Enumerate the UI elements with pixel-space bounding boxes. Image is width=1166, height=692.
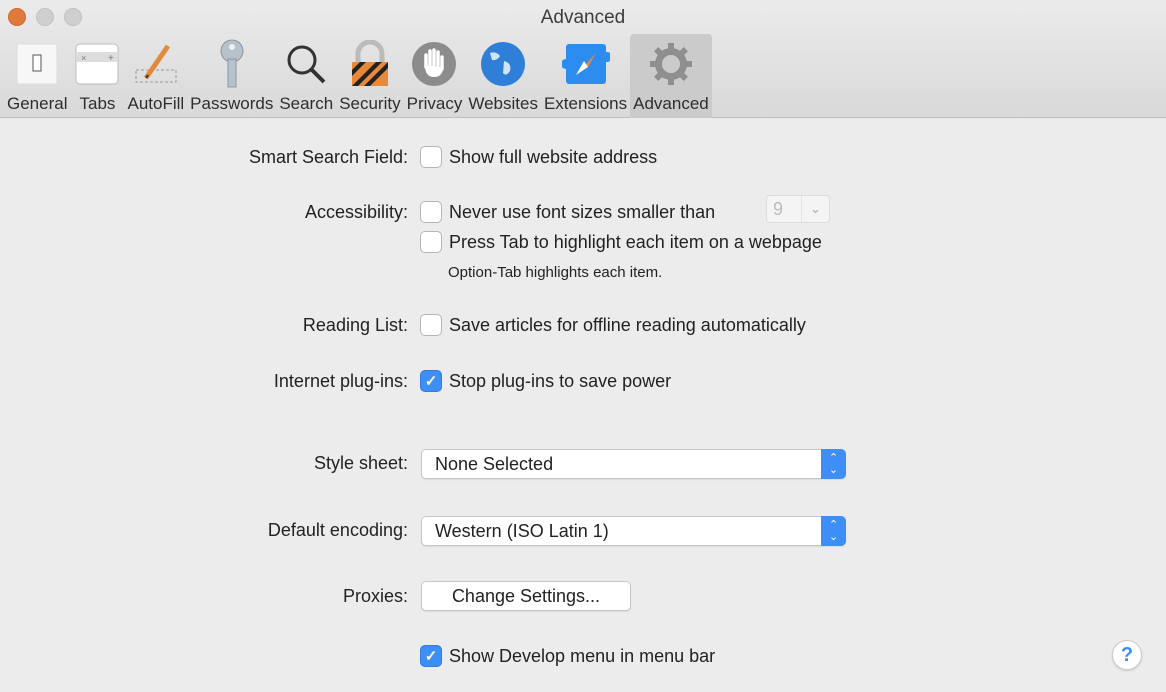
checkmark-icon[interactable]: ✓ xyxy=(420,645,442,667)
chevron-down-icon: ⌄ xyxy=(801,196,829,222)
title-bar: Advanced General × + Tabs AutoFill Passwo… xyxy=(0,0,1166,118)
reading-list-label: Reading List: xyxy=(302,315,408,335)
lock-icon xyxy=(346,38,394,90)
style-sheet-label: Style sheet: xyxy=(313,453,408,473)
checkbox-box[interactable] xyxy=(420,314,442,336)
updown-chevron-icon: ⌃ ⌄ xyxy=(821,516,846,546)
updown-chevron-icon: ⌃ ⌄ xyxy=(821,449,846,479)
checkbox-box[interactable] xyxy=(420,231,442,253)
accessibility-label: Accessibility: xyxy=(304,202,408,222)
help-button[interactable]: ? xyxy=(1112,640,1142,670)
tab-extensions[interactable]: Extensions xyxy=(541,34,630,118)
tab-passwords[interactable]: Passwords xyxy=(187,34,276,118)
general-switch-icon xyxy=(13,38,61,90)
pencil-icon xyxy=(132,38,180,90)
preferences-toolbar: General × + Tabs AutoFill Passwords Searc… xyxy=(4,34,712,118)
tab-search[interactable]: Search xyxy=(276,34,336,118)
gear-icon xyxy=(647,38,695,90)
globe-icon xyxy=(479,38,527,90)
change-settings-button[interactable]: Change Settings... xyxy=(421,581,631,611)
stop-plugins-checkbox[interactable]: ✓ Stop plug-ins to save power xyxy=(420,370,671,392)
magnifier-icon xyxy=(282,38,330,90)
hand-icon xyxy=(410,38,458,90)
checkbox-box[interactable] xyxy=(420,146,442,168)
encoding-popup[interactable]: Western (ISO Latin 1) ⌃ ⌄ xyxy=(421,516,846,546)
tab-highlight-checkbox[interactable]: Press Tab to highlight each item on a we… xyxy=(420,231,822,253)
puzzle-compass-icon xyxy=(561,38,610,90)
tab-autofill[interactable]: AutoFill xyxy=(124,34,187,118)
tabs-icon: × + xyxy=(73,38,121,90)
min-font-size-select[interactable]: 9 ⌄ xyxy=(766,195,830,223)
tab-tabs[interactable]: × + Tabs xyxy=(70,34,124,118)
min-font-size-checkbox[interactable]: Never use font sizes smaller than xyxy=(420,201,715,223)
tab-privacy[interactable]: Privacy xyxy=(404,34,466,118)
window-title: Advanced xyxy=(540,7,626,28)
develop-menu-checkbox[interactable]: ✓ Show Develop menu in menu bar xyxy=(420,645,715,667)
tab-advanced[interactable]: Advanced xyxy=(630,34,712,118)
tab-websites[interactable]: Websites xyxy=(465,34,541,118)
svg-text:×: × xyxy=(81,53,86,63)
option-tab-hint: Option-Tab highlights each item. xyxy=(448,264,663,281)
key-icon xyxy=(208,38,256,90)
proxies-label: Proxies: xyxy=(342,586,408,606)
style-sheet-popup[interactable]: None Selected ⌃ ⌄ xyxy=(421,449,846,479)
checkbox-box[interactable] xyxy=(420,201,442,223)
svg-text:+: + xyxy=(108,53,114,64)
plugins-label: Internet plug-ins: xyxy=(273,371,408,391)
tab-security[interactable]: Security xyxy=(336,34,403,118)
offline-reading-checkbox[interactable]: Save articles for offline reading automa… xyxy=(420,314,806,336)
encoding-label: Default encoding: xyxy=(267,520,408,540)
show-full-address-checkbox[interactable]: Show full website address xyxy=(420,146,657,168)
tab-general[interactable]: General xyxy=(4,34,70,118)
checkmark-icon[interactable]: ✓ xyxy=(420,370,442,392)
smart-search-label: Smart Search Field: xyxy=(248,147,408,167)
